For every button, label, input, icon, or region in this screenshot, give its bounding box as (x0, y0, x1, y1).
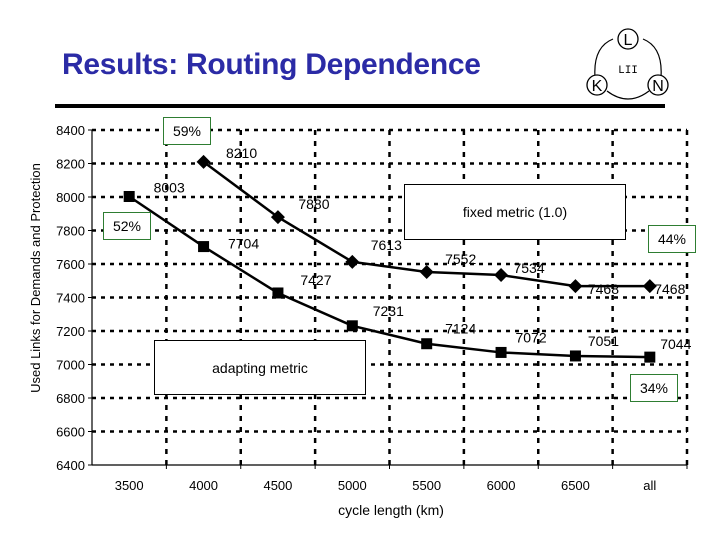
x-tick-label: 3500 (115, 478, 144, 493)
y-tick-label: 7800 (56, 224, 85, 239)
adapting-metric-data-label: 7072 (515, 329, 546, 345)
fixed-metric-point (345, 254, 360, 269)
annotation-34-percent: 34% (630, 374, 678, 402)
y-tick-label: 8400 (56, 123, 85, 138)
adapting-metric-point (644, 351, 656, 363)
y-tick-label: 8000 (56, 190, 85, 205)
y-tick-label: 7600 (56, 257, 85, 272)
fixed-metric-data-label: 7468 (588, 281, 619, 297)
adapting-metric-point (198, 241, 210, 253)
x-axis-label: cycle length (km) (338, 502, 444, 518)
y-tick-label: 6800 (56, 391, 85, 406)
fixed-metric-data-label: 7880 (298, 196, 329, 212)
line-chart: 6400 6600 6800 7000 7200 7400 7600 7800 8000 8200… (28, 123, 692, 518)
y-tick-label: 7400 (56, 291, 85, 306)
data-labels: 8210 7880 7613 7552 7534 7468 7468 8003 7704 7427… (154, 145, 692, 352)
x-tick-label: 6000 (487, 478, 516, 493)
x-tick-label: 5500 (412, 478, 441, 493)
adapting-metric-point (346, 320, 358, 332)
annotation-44-percent: 44% (648, 225, 696, 253)
adapting-metric-point (421, 338, 433, 350)
legend-adapting-metric: adapting metric (154, 340, 366, 395)
x-tick-label: 6500 (561, 478, 590, 493)
fixed-metric-data-label: 7552 (445, 251, 476, 267)
x-tick-label: 4500 (263, 478, 292, 493)
adapting-metric-data-label: 8003 (154, 179, 185, 195)
annotation-59-percent: 59% (163, 117, 211, 145)
adapting-metric-data-label: 7051 (588, 333, 619, 349)
x-tick-labels: 3500 4000 4500 5000 5500 6000 6500 all (115, 478, 657, 493)
fixed-metric-point (419, 265, 434, 280)
x-tick-label: all (643, 478, 656, 493)
adapting-metric-point (123, 190, 135, 202)
y-tick-label: 6400 (56, 458, 85, 473)
annotation-52-percent: 52% (103, 212, 151, 240)
y-tick-label: 8200 (56, 157, 85, 172)
adapting-metric-point (569, 350, 581, 362)
y-tick-labels: 6400 6600 6800 7000 7200 7400 7600 7800 8000 8200… (56, 123, 85, 473)
legend-fixed-metric: fixed metric (1.0) (404, 184, 626, 240)
adapting-metric-data-label: 7427 (300, 272, 331, 288)
adapting-metric-point (272, 287, 284, 299)
y-tick-label: 7200 (56, 324, 85, 339)
adapting-metric-data-label: 7044 (660, 336, 691, 352)
fixed-metric-data-label: 7468 (654, 281, 685, 297)
adapting-metric-data-label: 7124 (445, 321, 476, 337)
fixed-metric-data-label: 7613 (371, 237, 402, 253)
adapting-metric-data-label: 7704 (228, 236, 259, 252)
y-axis-label: Used Links for Demands and Protection (28, 163, 43, 393)
y-tick-label: 7000 (56, 358, 85, 373)
x-tick-label: 4000 (189, 478, 218, 493)
adapting-metric-point (495, 346, 507, 358)
y-tick-label: 6600 (56, 425, 85, 440)
fixed-metric-point (494, 268, 509, 283)
fixed-metric-data-label: 7534 (513, 260, 544, 276)
x-tick-label: 5000 (338, 478, 367, 493)
fixed-metric-point (568, 279, 583, 294)
fixed-metric-data-label: 8210 (226, 145, 257, 161)
adapting-metric-data-label: 7231 (373, 303, 404, 319)
